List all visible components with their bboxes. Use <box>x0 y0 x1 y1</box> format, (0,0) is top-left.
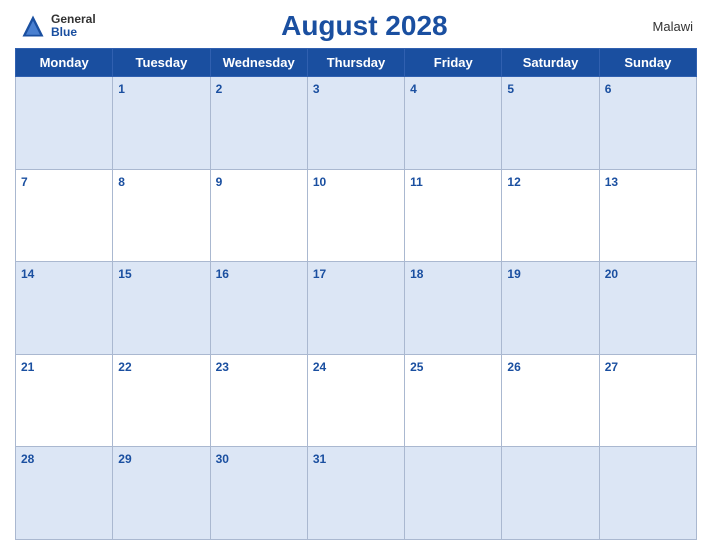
day-number: 25 <box>410 360 423 374</box>
week-row-2: 7 8 9 10 11 12 13 <box>16 169 697 262</box>
week-row-5: 28 29 30 31 <box>16 447 697 540</box>
day-number: 5 <box>507 82 514 96</box>
day-number: 28 <box>21 452 34 466</box>
day-number: 18 <box>410 267 423 281</box>
week-row-1: 1 2 3 4 5 6 <box>16 77 697 170</box>
day-number: 2 <box>216 82 223 96</box>
weekday-header-saturday: Saturday <box>502 49 599 77</box>
day-number: 29 <box>118 452 131 466</box>
day-number: 27 <box>605 360 618 374</box>
day-number: 16 <box>216 267 229 281</box>
day-number: 22 <box>118 360 131 374</box>
calendar-cell: 5 <box>502 77 599 170</box>
day-number: 4 <box>410 82 417 96</box>
calendar-cell: 15 <box>113 262 210 355</box>
country-label: Malawi <box>633 19 693 34</box>
logo-text: General Blue <box>51 13 96 39</box>
calendar-cell: 19 <box>502 262 599 355</box>
weekday-header-tuesday: Tuesday <box>113 49 210 77</box>
calendar-cell: 2 <box>210 77 307 170</box>
weekday-header-thursday: Thursday <box>307 49 404 77</box>
weekday-header-friday: Friday <box>405 49 502 77</box>
day-number: 23 <box>216 360 229 374</box>
logo-icon <box>19 12 47 40</box>
day-number: 17 <box>313 267 326 281</box>
day-number: 24 <box>313 360 326 374</box>
day-number: 13 <box>605 175 618 189</box>
day-number: 11 <box>410 175 423 189</box>
calendar-cell: 17 <box>307 262 404 355</box>
calendar-cell: 18 <box>405 262 502 355</box>
calendar-cell <box>16 77 113 170</box>
calendar-table: MondayTuesdayWednesdayThursdayFridaySatu… <box>15 48 697 540</box>
day-number: 9 <box>216 175 223 189</box>
calendar-cell: 14 <box>16 262 113 355</box>
calendar-cell: 22 <box>113 354 210 447</box>
weekday-header-wednesday: Wednesday <box>210 49 307 77</box>
week-row-3: 14 15 16 17 18 19 20 <box>16 262 697 355</box>
day-number: 21 <box>21 360 34 374</box>
day-number: 3 <box>313 82 320 96</box>
calendar-cell: 20 <box>599 262 696 355</box>
week-row-4: 21 22 23 24 25 26 27 <box>16 354 697 447</box>
calendar-header: General Blue August 2028 Malawi <box>15 10 697 42</box>
day-number: 14 <box>21 267 34 281</box>
calendar-cell: 27 <box>599 354 696 447</box>
calendar-cell: 23 <box>210 354 307 447</box>
day-number: 12 <box>507 175 520 189</box>
day-number: 20 <box>605 267 618 281</box>
calendar-cell: 28 <box>16 447 113 540</box>
day-number: 31 <box>313 452 326 466</box>
calendar-cell <box>405 447 502 540</box>
day-number: 8 <box>118 175 125 189</box>
calendar-title: August 2028 <box>96 10 633 42</box>
weekday-header-sunday: Sunday <box>599 49 696 77</box>
calendar-cell <box>599 447 696 540</box>
calendar-cell: 21 <box>16 354 113 447</box>
calendar-cell: 30 <box>210 447 307 540</box>
logo: General Blue <box>19 12 96 40</box>
day-number: 26 <box>507 360 520 374</box>
day-number: 6 <box>605 82 612 96</box>
day-number: 30 <box>216 452 229 466</box>
calendar-cell: 31 <box>307 447 404 540</box>
weekday-header-row: MondayTuesdayWednesdayThursdayFridaySatu… <box>16 49 697 77</box>
calendar-cell: 10 <box>307 169 404 262</box>
calendar-cell: 13 <box>599 169 696 262</box>
day-number: 10 <box>313 175 326 189</box>
calendar-cell: 8 <box>113 169 210 262</box>
logo-blue-text: Blue <box>51 26 96 39</box>
calendar-cell: 4 <box>405 77 502 170</box>
calendar-cell <box>502 447 599 540</box>
day-number: 15 <box>118 267 131 281</box>
calendar-cell: 24 <box>307 354 404 447</box>
calendar-cell: 1 <box>113 77 210 170</box>
calendar-cell: 12 <box>502 169 599 262</box>
calendar-cell: 11 <box>405 169 502 262</box>
calendar-cell: 16 <box>210 262 307 355</box>
day-number: 19 <box>507 267 520 281</box>
calendar-cell: 6 <box>599 77 696 170</box>
calendar-cell: 29 <box>113 447 210 540</box>
calendar-cell: 26 <box>502 354 599 447</box>
day-number: 1 <box>118 82 125 96</box>
calendar-cell: 7 <box>16 169 113 262</box>
day-number: 7 <box>21 175 28 189</box>
calendar-cell: 25 <box>405 354 502 447</box>
weekday-header-monday: Monday <box>16 49 113 77</box>
calendar-cell: 9 <box>210 169 307 262</box>
calendar-cell: 3 <box>307 77 404 170</box>
